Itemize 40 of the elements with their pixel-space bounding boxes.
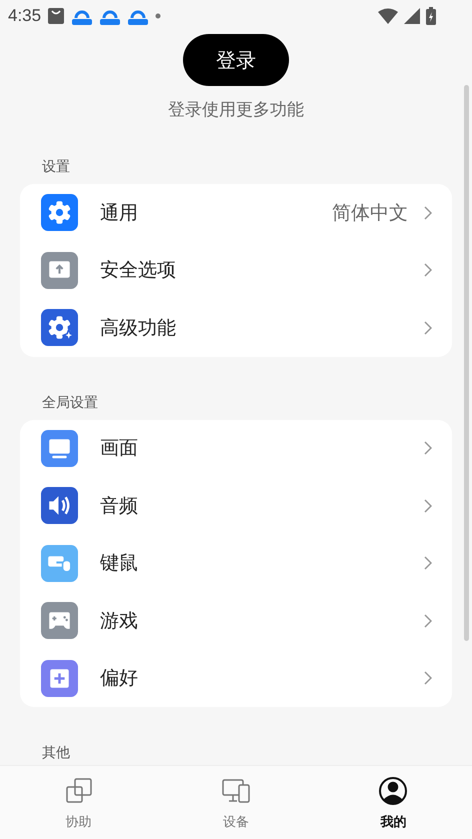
chevron-icon — [424, 441, 432, 456]
chevron-icon — [424, 206, 432, 220]
row-value: 简体中文 — [332, 200, 408, 226]
row-label: 偏好 — [100, 666, 139, 692]
settings-row[interactable]: 画面 — [20, 420, 452, 477]
chevron-icon — [424, 614, 432, 628]
settings-row[interactable]: 通用 简体中文 — [20, 184, 452, 242]
profile-icon — [377, 774, 410, 806]
nav-tab[interactable]: 我的 — [348, 774, 438, 830]
row-label: 安全选项 — [100, 258, 177, 284]
chevron-icon — [424, 263, 432, 278]
section-title: 设置 — [42, 159, 70, 175]
row-label: 画面 — [100, 436, 139, 462]
status-time: 4:35 — [8, 6, 42, 26]
chevron-icon — [424, 320, 432, 335]
battery-icon — [426, 7, 436, 25]
row-label: 高级功能 — [100, 316, 177, 341]
section-title: 全局设置 — [42, 394, 98, 410]
row-label: 通用 — [100, 200, 139, 226]
signal-icon — [404, 8, 420, 24]
bag-icon — [47, 7, 66, 25]
settings-row[interactable]: 安全选项 — [20, 242, 452, 299]
dot-icon — [155, 13, 162, 19]
login-hint: 登录使用更多功能 — [168, 99, 304, 121]
row-label: 音频 — [100, 494, 139, 519]
nav-tab[interactable]: 协助 — [34, 774, 124, 830]
settings-row[interactable]: 音频 — [20, 477, 452, 534]
settings-row[interactable]: 游戏 — [20, 592, 452, 650]
row-label: 键鼠 — [100, 551, 139, 576]
settings-row[interactable]: 键鼠 — [20, 534, 452, 592]
settings-row[interactable]: 偏好 — [20, 650, 452, 707]
row-label: 游戏 — [100, 608, 139, 634]
chevron-icon — [424, 556, 432, 570]
wifi-icon — [378, 8, 398, 24]
nav-tab[interactable]: 设备 — [190, 774, 281, 830]
chevron-icon — [424, 498, 432, 513]
chevron-icon — [424, 671, 432, 686]
section-title: 其他 — [42, 745, 70, 761]
login-button[interactable]: 登录 — [183, 34, 289, 86]
settings-row[interactable]: 高级功能 — [20, 299, 452, 356]
